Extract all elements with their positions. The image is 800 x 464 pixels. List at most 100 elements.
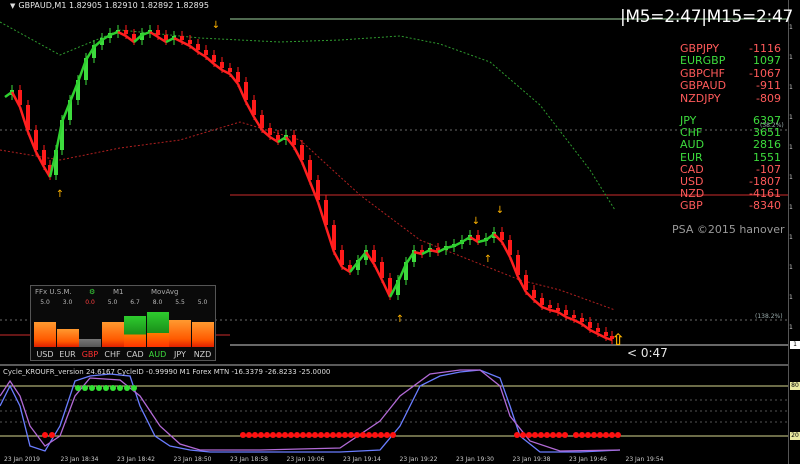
signal-dot bbox=[378, 432, 384, 438]
price-tick-label: 1 bbox=[789, 54, 793, 61]
strength-currency-label: JPY bbox=[174, 350, 186, 359]
fib-label-lower: (138.2%) bbox=[755, 313, 783, 320]
signal-dot bbox=[96, 385, 102, 391]
signal-dot bbox=[306, 432, 312, 438]
pair-row: GBPAUD -911 bbox=[680, 79, 781, 92]
gear-icon[interactable]: ⚙ bbox=[89, 288, 95, 296]
strength-bar bbox=[124, 316, 146, 347]
candle-body bbox=[532, 290, 536, 298]
signal-dot bbox=[514, 432, 520, 438]
currency-strength-panel[interactable]: FFx U.S.M. ⚙ M1 MovAvg 5.0 USD 3.0 EUR 0.0 GB… bbox=[30, 285, 216, 361]
currency-value: -107 bbox=[756, 162, 781, 176]
currency-value: -8340 bbox=[749, 199, 781, 213]
currency-row: AUD 2816 bbox=[680, 138, 781, 151]
strength-bar bbox=[79, 339, 101, 347]
panel-header-movavg: MovAvg bbox=[151, 288, 179, 296]
pair-value: -809 bbox=[756, 91, 781, 105]
timeframe-timer: |M5=2:47|M15=2:47 bbox=[620, 7, 793, 27]
strength-value: 5.0 bbox=[40, 299, 50, 306]
strength-bar bbox=[191, 322, 214, 347]
time-tick-label: 23 Jan 19:54 bbox=[625, 456, 664, 463]
signal-dot bbox=[288, 432, 294, 438]
candle-body bbox=[276, 135, 280, 140]
pair-value: -911 bbox=[756, 79, 781, 93]
cycle-indicator-pane[interactable] bbox=[0, 366, 788, 458]
price-tick-label: 1 bbox=[789, 84, 793, 91]
strength-bar bbox=[34, 322, 56, 347]
currency-name: JPY bbox=[680, 114, 697, 127]
indicator-label: Cycle_KROUFR_version 24.6167 CycleID -0.… bbox=[3, 368, 331, 376]
pair-name: GBPJPY bbox=[680, 42, 720, 55]
strength-currency-label: GBP bbox=[81, 350, 99, 359]
time-tick-label: 23 Jan 19:38 bbox=[512, 456, 551, 463]
arrow-up-icon: ↑ bbox=[396, 314, 404, 325]
price-tick-label: 1 bbox=[789, 114, 793, 121]
level-80-badge: 80 bbox=[790, 382, 800, 390]
price-tick-label: 1 bbox=[789, 294, 793, 301]
signal-dot bbox=[544, 432, 550, 438]
time-tick-label: 23 Jan 19:30 bbox=[456, 456, 494, 463]
strength-currency-label: EUR bbox=[59, 350, 76, 359]
signal-dot bbox=[318, 432, 324, 438]
signal-dot bbox=[324, 432, 330, 438]
signal-dot bbox=[89, 385, 95, 391]
pair-row: EURGBP 1097 bbox=[680, 54, 781, 67]
panel-header-timeframe: M1 bbox=[113, 288, 124, 296]
candle-body bbox=[268, 128, 272, 135]
time-tick-label: 23 Jan 19:46 bbox=[569, 456, 607, 463]
time-tick-label: 23 Jan 18:50 bbox=[173, 456, 212, 463]
signal-dot bbox=[520, 432, 526, 438]
pair-name: NZDJPY bbox=[680, 91, 721, 105]
signal-dot bbox=[276, 432, 282, 438]
pair-strength-list: GBPJPY -1116 EURGBP 1097 GBPCHF -1067 GBPAUD -9… bbox=[680, 42, 781, 105]
signal-dot bbox=[110, 385, 116, 391]
pair-value: 1097 bbox=[753, 54, 781, 68]
price-tick-label: 1 bbox=[789, 324, 793, 331]
dropdown-triangle-icon[interactable]: ▼ bbox=[10, 2, 15, 10]
currency-name: EUR bbox=[680, 150, 703, 164]
currency-value: -4161 bbox=[749, 187, 781, 201]
signal-dot bbox=[609, 432, 615, 438]
currency-name: USD bbox=[680, 175, 704, 188]
price-axis[interactable] bbox=[788, 0, 800, 464]
signal-dot bbox=[258, 432, 264, 438]
currency-name: GBP bbox=[680, 199, 703, 213]
arrow-down-icon: ↓ bbox=[212, 20, 220, 31]
signal-dot bbox=[42, 432, 48, 438]
time-tick-label: 23 Jan 19:22 bbox=[399, 456, 438, 463]
price-tick-label: 1 bbox=[789, 144, 793, 151]
candle-body bbox=[228, 68, 232, 72]
strength-value: 5.5 bbox=[175, 299, 185, 306]
strength-currency-label: CHF bbox=[104, 350, 121, 359]
candle-body bbox=[476, 235, 480, 240]
time-tick-label: 23 Jan 2019 bbox=[4, 456, 40, 463]
countdown-label: < 0:47 bbox=[627, 346, 668, 360]
signal-dot bbox=[294, 432, 300, 438]
candle-body bbox=[596, 328, 600, 332]
pair-row: GBPJPY -1116 bbox=[680, 42, 781, 55]
signal-dot bbox=[384, 432, 390, 438]
signal-dot bbox=[526, 432, 532, 438]
chart-title-text: GBPAUD,M1 1.82905 1.82910 1.82892 1.8289… bbox=[18, 1, 209, 10]
signal-dot bbox=[103, 385, 109, 391]
strength-bar bbox=[101, 322, 124, 347]
currency-name: AUD bbox=[680, 138, 705, 152]
signal-dot bbox=[348, 432, 354, 438]
arrow-up-icon: ↑ bbox=[56, 189, 64, 200]
strength-bar bbox=[169, 320, 191, 347]
currency-value: 2816 bbox=[753, 138, 781, 152]
arrow-down-icon: ↓ bbox=[496, 205, 504, 216]
candle-body bbox=[212, 55, 216, 62]
strength-bar bbox=[56, 328, 79, 347]
signal-dot bbox=[585, 432, 591, 438]
signal-dot bbox=[49, 432, 55, 438]
candle-body bbox=[180, 36, 184, 40]
signal-dot bbox=[270, 432, 276, 438]
price-tick-label: 1 bbox=[789, 234, 793, 241]
candle-body bbox=[204, 50, 208, 55]
strength-currency-label: USD bbox=[36, 350, 54, 359]
signal-dot bbox=[117, 385, 123, 391]
signal-dot bbox=[82, 385, 88, 391]
candle-body bbox=[580, 318, 584, 322]
strength-currency-label: CAD bbox=[126, 350, 144, 359]
